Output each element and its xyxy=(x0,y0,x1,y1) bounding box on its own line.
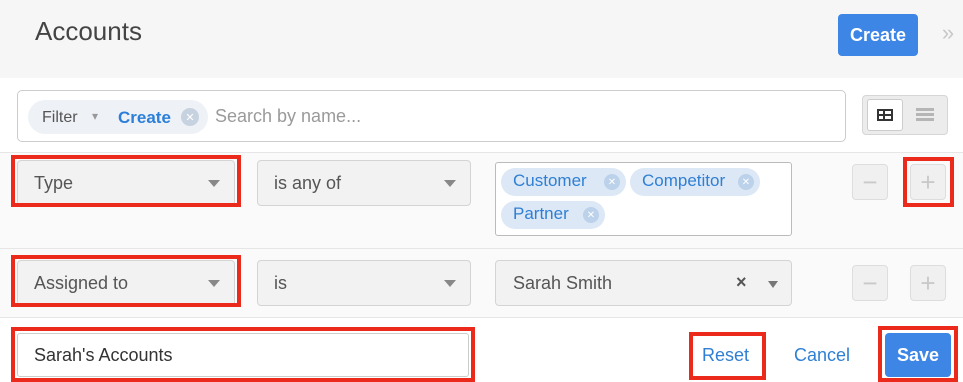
remove-tag-icon[interactable]: ✕ xyxy=(583,207,599,223)
value-tag-competitor: Competitor ✕ xyxy=(630,168,760,196)
search-input[interactable]: Search by name... xyxy=(215,106,361,127)
remove-row-button[interactable]: − xyxy=(852,265,888,301)
double-chevron-right-icon[interactable]: » xyxy=(936,20,960,46)
reset-button[interactable]: Reset xyxy=(702,345,749,366)
filter-chip[interactable]: Filter ▾ Create ✕ xyxy=(28,100,208,134)
remove-filter-icon[interactable]: ✕ xyxy=(181,108,199,126)
field-select-type[interactable]: Type xyxy=(17,160,235,206)
list-icon xyxy=(916,108,934,122)
cancel-button[interactable]: Cancel xyxy=(794,345,850,366)
clear-icon[interactable]: × xyxy=(736,272,747,293)
chevron-down-icon xyxy=(208,180,220,187)
remove-tag-icon[interactable]: ✕ xyxy=(738,174,754,190)
values-multiselect[interactable]: Customer ✕ Competitor ✕ Partner ✕ xyxy=(495,162,792,236)
chevron-down-icon xyxy=(444,280,456,287)
value-tag-customer: Customer ✕ xyxy=(501,168,626,196)
page-header xyxy=(0,0,963,78)
tag-label: Customer xyxy=(513,171,587,190)
user-select[interactable]: Sarah Smith × xyxy=(495,260,792,306)
chevron-down-icon[interactable]: ▾ xyxy=(92,109,98,123)
chevron-down-icon[interactable] xyxy=(768,281,778,288)
add-row-button[interactable]: + xyxy=(910,164,946,200)
field-select-value: Assigned to xyxy=(34,273,129,293)
list-view-button[interactable] xyxy=(907,99,943,131)
operator-select-value: is xyxy=(274,273,287,293)
grid-icon xyxy=(877,109,893,121)
view-toggle xyxy=(862,95,948,135)
filter-dropdown-label[interactable]: Filter xyxy=(42,109,78,127)
remove-row-button[interactable]: − xyxy=(852,164,888,200)
remove-tag-icon[interactable]: ✕ xyxy=(604,174,620,190)
field-select-assigned[interactable]: Assigned to xyxy=(17,260,235,306)
add-row-button[interactable]: + xyxy=(910,265,946,301)
chevron-down-icon xyxy=(444,180,456,187)
operator-select-value: is any of xyxy=(274,173,342,193)
page-title: Accounts xyxy=(35,16,142,46)
tag-label: Competitor xyxy=(642,171,726,190)
save-button[interactable]: Save xyxy=(885,333,951,377)
field-select-value: Type xyxy=(34,173,74,193)
search-bar[interactable]: Filter ▾ Create ✕ Search by name... xyxy=(17,90,846,142)
chevron-down-icon xyxy=(208,280,220,287)
operator-select-assigned[interactable]: is xyxy=(257,260,471,306)
tag-label: Partner xyxy=(513,204,569,223)
operator-select-type[interactable]: is any of xyxy=(257,160,471,206)
user-select-value: Sarah Smith xyxy=(513,273,613,293)
divider xyxy=(0,317,963,318)
active-filter-name[interactable]: Create xyxy=(118,108,171,128)
grid-view-button[interactable] xyxy=(867,99,903,131)
create-button[interactable]: Create xyxy=(838,14,918,56)
filter-name-input[interactable]: Sarah's Accounts xyxy=(17,333,469,377)
value-tag-partner: Partner ✕ xyxy=(501,201,605,229)
